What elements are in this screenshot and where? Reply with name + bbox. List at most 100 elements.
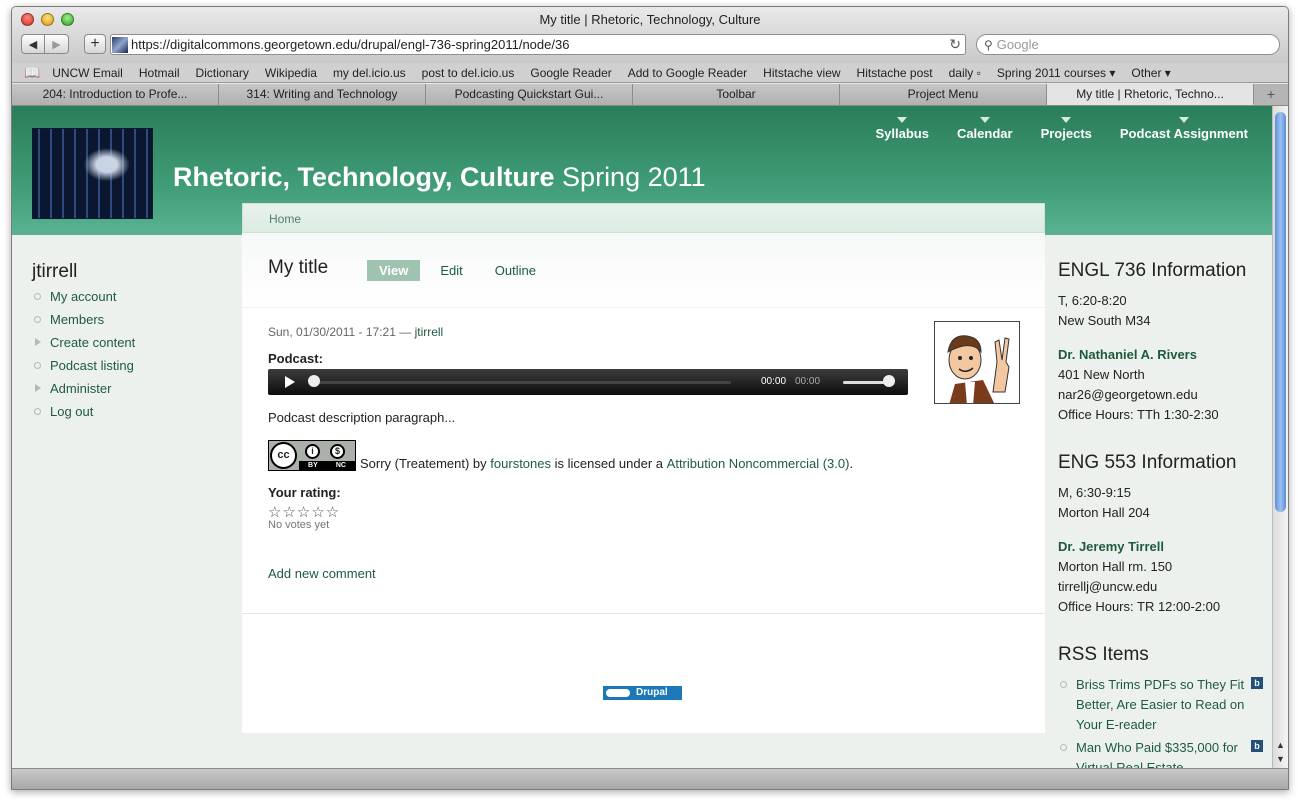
menu-link[interactable]: Administer bbox=[50, 381, 111, 396]
nav-syllabus[interactable]: Syllabus bbox=[875, 117, 929, 141]
bookmark-item[interactable]: UNCW Email bbox=[52, 66, 123, 80]
eng553-heading: ENG 553 Information bbox=[1058, 452, 1237, 473]
bookmark-item[interactable]: Google Reader bbox=[530, 66, 611, 80]
menu-link[interactable]: Log out bbox=[50, 404, 93, 419]
search-box[interactable]: ⚲ bbox=[976, 34, 1280, 55]
drupal-label: Drupal bbox=[636, 687, 668, 698]
license-author-link[interactable]: fourstones bbox=[490, 456, 551, 471]
bookmark-folder[interactable]: daily ▫ bbox=[949, 66, 981, 80]
tab-bar: 204: Introduction to Profe... 314: Writi… bbox=[12, 84, 1288, 106]
bookmark-item[interactable]: Add to Google Reader bbox=[628, 66, 747, 80]
podcast-description: Podcast description paragraph... bbox=[268, 410, 456, 425]
seek-handle[interactable] bbox=[308, 375, 320, 387]
address-bar[interactable]: https://digitalcommons.georgetown.edu/dr… bbox=[110, 34, 966, 55]
scroll-down-arrow-icon[interactable]: ▼ bbox=[1276, 754, 1285, 764]
tab-edit[interactable]: Edit bbox=[428, 260, 474, 281]
menu-item-members[interactable]: Members bbox=[32, 312, 232, 335]
back-button[interactable]: ◀ bbox=[21, 34, 45, 54]
bookmark-item[interactable]: Dictionary bbox=[196, 66, 249, 80]
author-avatar[interactable] bbox=[934, 321, 1020, 404]
menu-link[interactable]: Podcast listing bbox=[50, 358, 134, 373]
title-bar: My title | Rhetoric, Technology, Culture… bbox=[12, 7, 1288, 63]
bookmark-item[interactable]: Hotmail bbox=[139, 66, 180, 80]
badge-nc: NC bbox=[335, 462, 346, 469]
browser-tab[interactable]: 314: Writing and Technology bbox=[219, 84, 426, 105]
browser-tab[interactable]: Podcasting Quickstart Gui... bbox=[426, 84, 633, 105]
menu-item-create-content[interactable]: Create content bbox=[32, 335, 232, 358]
engl736-heading: ENGL 736 Information bbox=[1058, 260, 1247, 281]
nav-podcast-assignment[interactable]: Podcast Assignment bbox=[1120, 117, 1248, 141]
site-name[interactable]: Rhetoric, Technology, Culture bbox=[173, 162, 555, 192]
current-time: 00:00 bbox=[761, 376, 787, 387]
license-end: . bbox=[849, 456, 854, 471]
browser-tab[interactable]: Project Menu bbox=[840, 84, 1047, 105]
site-title[interactable]: Rhetoric, Technology, Culture Spring 201… bbox=[173, 162, 706, 193]
bullet-icon bbox=[1060, 744, 1067, 751]
menu-link[interactable]: Members bbox=[50, 312, 104, 327]
breadcrumb-home[interactable]: Home bbox=[269, 212, 301, 226]
bookmark-item[interactable]: Wikipedia bbox=[265, 66, 317, 80]
noncommercial-icon: $ bbox=[330, 444, 345, 459]
bookmark-item[interactable]: Hitstache post bbox=[857, 66, 933, 80]
menu-item-my-account[interactable]: My account bbox=[32, 289, 232, 312]
forward-button[interactable]: ▶ bbox=[45, 34, 69, 54]
scroll-up-arrow-icon[interactable]: ▲ bbox=[1276, 740, 1285, 750]
author-link[interactable]: jtirrell bbox=[415, 325, 444, 339]
attribution-icon: i bbox=[305, 444, 320, 459]
engl736-room: New South M34 bbox=[1058, 313, 1151, 328]
rss-item: Briss Trims PDFs so They Fit Better, Are… bbox=[1058, 675, 1268, 735]
engl736-time: T, 6:20-8:20 bbox=[1058, 293, 1127, 308]
bullet-icon bbox=[1060, 681, 1067, 688]
bookmark-item[interactable]: Hitstache view bbox=[763, 66, 840, 80]
url-text[interactable]: https://digitalcommons.georgetown.edu/dr… bbox=[131, 37, 569, 52]
license-name-link[interactable]: Attribution Noncommercial (3.0) bbox=[667, 456, 850, 471]
vertical-scrollbar[interactable]: ▲ ▼ bbox=[1272, 106, 1288, 770]
license-middle: is licensed under a bbox=[554, 456, 664, 471]
powered-by-drupal-badge[interactable]: Drupal bbox=[603, 686, 682, 700]
rss-item-link[interactable]: Briss Trims PDFs so They Fit Better, Are… bbox=[1076, 677, 1244, 732]
reload-icon[interactable]: ↻ bbox=[949, 36, 961, 53]
bookmark-item[interactable]: post to del.icio.us bbox=[422, 66, 515, 80]
add-comment-link[interactable]: Add new comment bbox=[268, 566, 376, 581]
bookmarks-book-icon[interactable]: 📖 bbox=[24, 65, 40, 81]
breadcrumb: Home bbox=[242, 203, 1045, 233]
bullet-icon bbox=[34, 293, 41, 300]
engl736-hours: Office Hours: TTh 1:30-2:30 bbox=[1058, 407, 1219, 422]
new-tab-icon[interactable]: + bbox=[1254, 84, 1288, 105]
feed-source-icon[interactable]: b bbox=[1251, 677, 1263, 689]
status-bar bbox=[12, 768, 1288, 789]
rss-block: RSS Items Briss Trims PDFs so They Fit B… bbox=[1058, 644, 1268, 770]
add-bookmark-button[interactable]: + bbox=[84, 34, 106, 54]
bookmark-folder[interactable]: Spring 2011 courses ▾ bbox=[997, 66, 1116, 80]
submitted-date: Sun, 01/30/2011 - 17:21 — bbox=[268, 325, 412, 339]
bookmark-folder[interactable]: Other ▾ bbox=[1131, 66, 1170, 80]
site-logo[interactable] bbox=[32, 128, 153, 219]
rss-item-link[interactable]: Man Who Paid $335,000 for Virtual Real E… bbox=[1076, 740, 1238, 770]
volume-handle[interactable] bbox=[883, 375, 895, 387]
site-slogan: Spring 2011 bbox=[562, 162, 706, 192]
play-icon[interactable] bbox=[285, 376, 295, 388]
scroll-thumb[interactable] bbox=[1275, 112, 1286, 512]
eng553-office: Morton Hall rm. 150 bbox=[1058, 559, 1173, 574]
menu-link[interactable]: My account bbox=[50, 289, 116, 304]
search-input[interactable] bbox=[996, 37, 1257, 52]
magnifier-icon: ⚲ bbox=[984, 37, 993, 52]
rss-heading: RSS Items bbox=[1058, 644, 1149, 665]
browser-tab-active[interactable]: My title | Rhetoric, Techno... bbox=[1047, 84, 1254, 105]
nav-projects[interactable]: Projects bbox=[1041, 117, 1092, 141]
nav-calendar[interactable]: Calendar bbox=[957, 117, 1013, 141]
menu-item-podcast-listing[interactable]: Podcast listing bbox=[32, 358, 232, 381]
seek-bar[interactable] bbox=[311, 381, 731, 384]
bookmark-item[interactable]: my del.icio.us bbox=[333, 66, 406, 80]
tab-outline[interactable]: Outline bbox=[483, 260, 548, 281]
cc-license-badge[interactable]: cc i $ BY NC bbox=[268, 440, 356, 471]
menu-item-administer[interactable]: Administer bbox=[32, 381, 232, 404]
node-tabs: View Edit Outline bbox=[367, 260, 556, 281]
feed-source-icon[interactable]: b bbox=[1251, 740, 1263, 752]
menu-link[interactable]: Create content bbox=[50, 335, 135, 350]
tab-view[interactable]: View bbox=[367, 260, 421, 281]
browser-tab[interactable]: 204: Introduction to Profe... bbox=[12, 84, 219, 105]
browser-tab[interactable]: Toolbar bbox=[633, 84, 840, 105]
menu-item-log-out[interactable]: Log out bbox=[32, 404, 232, 427]
window-title: My title | Rhetoric, Technology, Culture bbox=[539, 12, 761, 27]
